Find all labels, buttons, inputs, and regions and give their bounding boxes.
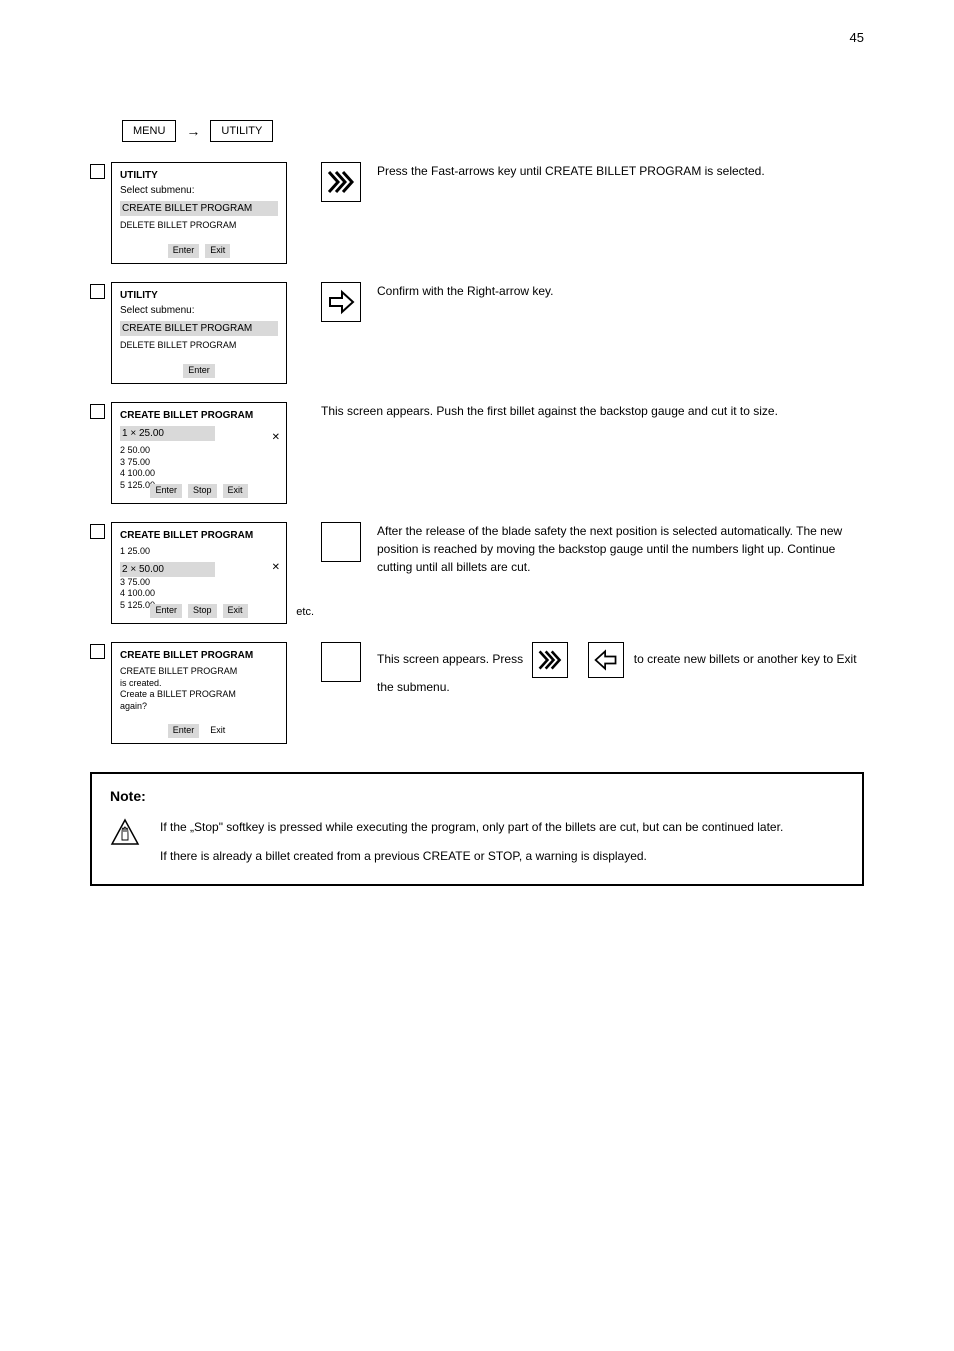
x-mark-icon: ✕: [272, 561, 280, 574]
screen-mock: UTILITY Select submenu: CREATE BILLET PR…: [111, 162, 287, 264]
screen-line: DELETE BILLET PROGRAM: [120, 340, 278, 352]
screen-line: Create a BILLET PROGRAM: [120, 689, 278, 701]
blank-key-icon: [321, 642, 361, 682]
screen-mock: CREATE BILLET PROGRAM 1 25.00 2 × 50.00 …: [111, 522, 287, 624]
note-box: Note: If the „Stop" softkey is pressed w…: [90, 772, 864, 886]
screen-line: CREATE BILLET PROGRAM: [120, 666, 278, 678]
breadcrumb: MENU → UTILITY: [122, 120, 864, 142]
screen-line: 1 25.00: [120, 546, 278, 558]
screen-softkeys: Enter Exit: [112, 724, 286, 738]
screen-line: DELETE BILLET PROGRAM: [120, 220, 278, 232]
screen-softkeys: Enter Exit: [112, 244, 286, 258]
screen-line: 3 75.00: [120, 577, 278, 589]
step-text: Press the Fast-arrows key until CREATE B…: [377, 162, 864, 180]
screen-line: 4 100.00: [120, 468, 278, 480]
softkey: Exit: [223, 604, 248, 618]
step-row: UTILITY Select submenu: CREATE BILLET PR…: [90, 162, 864, 264]
step-text: This screen appears. Press: [377, 642, 864, 696]
step-text-pre: This screen appears. Press: [377, 652, 526, 666]
screen-line: 3 75.00: [120, 457, 278, 469]
softkey: Exit: [223, 484, 248, 498]
note-line: If there is already a billet created fro…: [160, 847, 783, 866]
step-row: CREATE BILLET PROGRAM CREATE BILLET PROG…: [90, 642, 864, 744]
step-text: Confirm with the Right-arrow key.: [377, 282, 864, 300]
screen-title: CREATE BILLET PROGRAM: [120, 649, 278, 662]
screen-mock: UTILITY Select submenu: CREATE BILLET PR…: [111, 282, 287, 384]
page-number: 45: [850, 30, 864, 45]
step-description: After the release of the blade safety th…: [321, 522, 864, 576]
step-row: CREATE BILLET PROGRAM 1 25.00 2 × 50.00 …: [90, 522, 864, 624]
screen-title: CREATE BILLET PROGRAM: [120, 529, 278, 542]
screen-subtitle: Select submenu:: [120, 304, 278, 317]
step-text: After the release of the blade safety th…: [377, 522, 864, 576]
step-row: UTILITY Select submenu: CREATE BILLET PR…: [90, 282, 864, 384]
blank-key-icon: [321, 522, 361, 562]
screen-line: is created.: [120, 678, 278, 690]
step-row: CREATE BILLET PROGRAM 1 × 25.00 2 50.00 …: [90, 402, 864, 504]
screen-softkeys: Enter Stop Exit: [112, 604, 286, 618]
fast-arrows-icon: [532, 642, 568, 678]
steps-list: UTILITY Select submenu: CREATE BILLET PR…: [90, 162, 864, 744]
softkey: Enter: [183, 364, 215, 378]
breadcrumb-arrow-icon: →: [186, 123, 200, 139]
step-description: This screen appears. Press: [321, 642, 864, 696]
note-text: If the „Stop" softkey is pressed while e…: [160, 818, 783, 866]
softkey: Exit: [205, 244, 230, 258]
screen-softkeys: Enter: [112, 364, 286, 378]
softkey: Stop: [188, 484, 217, 498]
note-title: Note:: [110, 788, 844, 804]
screen-highlight-line: 1 × 25.00: [120, 426, 215, 441]
screen-softkeys: Enter Stop Exit: [112, 484, 286, 498]
screen-subtitle: Select submenu:: [120, 184, 278, 197]
right-arrow-icon: [321, 282, 361, 322]
step-description: This screen appears. Push the first bill…: [321, 402, 864, 420]
note-line: If the „Stop" softkey is pressed while e…: [160, 818, 783, 837]
softkey: Enter: [150, 604, 182, 618]
checkbox-icon: [90, 284, 105, 299]
breadcrumb-menu: MENU: [122, 120, 176, 142]
screen-mock: CREATE BILLET PROGRAM CREATE BILLET PROG…: [111, 642, 287, 744]
screen-highlight-line: CREATE BILLET PROGRAM: [120, 201, 278, 216]
breadcrumb-utility: UTILITY: [210, 120, 273, 142]
step-text: This screen appears. Push the first bill…: [321, 402, 864, 420]
softkey: Enter: [150, 484, 182, 498]
checkbox-icon: [90, 644, 105, 659]
left-arrow-icon: [588, 642, 624, 678]
x-mark-icon: ✕: [272, 431, 280, 444]
screen-title: CREATE BILLET PROGRAM: [120, 409, 278, 422]
screen-line: 2 50.00: [120, 445, 278, 457]
checkbox-icon: [90, 524, 105, 539]
step-description: Confirm with the Right-arrow key.: [321, 282, 864, 322]
screen-line: 4 100.00: [120, 588, 278, 600]
screen-mock: CREATE BILLET PROGRAM 1 × 25.00 2 50.00 …: [111, 402, 287, 504]
softkey: Stop: [188, 604, 217, 618]
screen-highlight-line: CREATE BILLET PROGRAM: [120, 321, 278, 336]
screen-highlight-line: 2 × 50.00: [120, 562, 215, 577]
checkbox-icon: [90, 404, 105, 419]
softkey: Enter: [168, 724, 200, 738]
hand-warning-icon: [110, 818, 140, 846]
softkey: Exit: [205, 724, 230, 738]
checkbox-icon: [90, 164, 105, 179]
step-description: Press the Fast-arrows key until CREATE B…: [321, 162, 864, 202]
etc-label: etc.: [296, 605, 314, 619]
screen-line: again?: [120, 701, 278, 713]
softkey: Enter: [168, 244, 200, 258]
screen-title: UTILITY: [120, 289, 278, 302]
screen-title: UTILITY: [120, 169, 278, 182]
fast-arrows-icon: [321, 162, 361, 202]
